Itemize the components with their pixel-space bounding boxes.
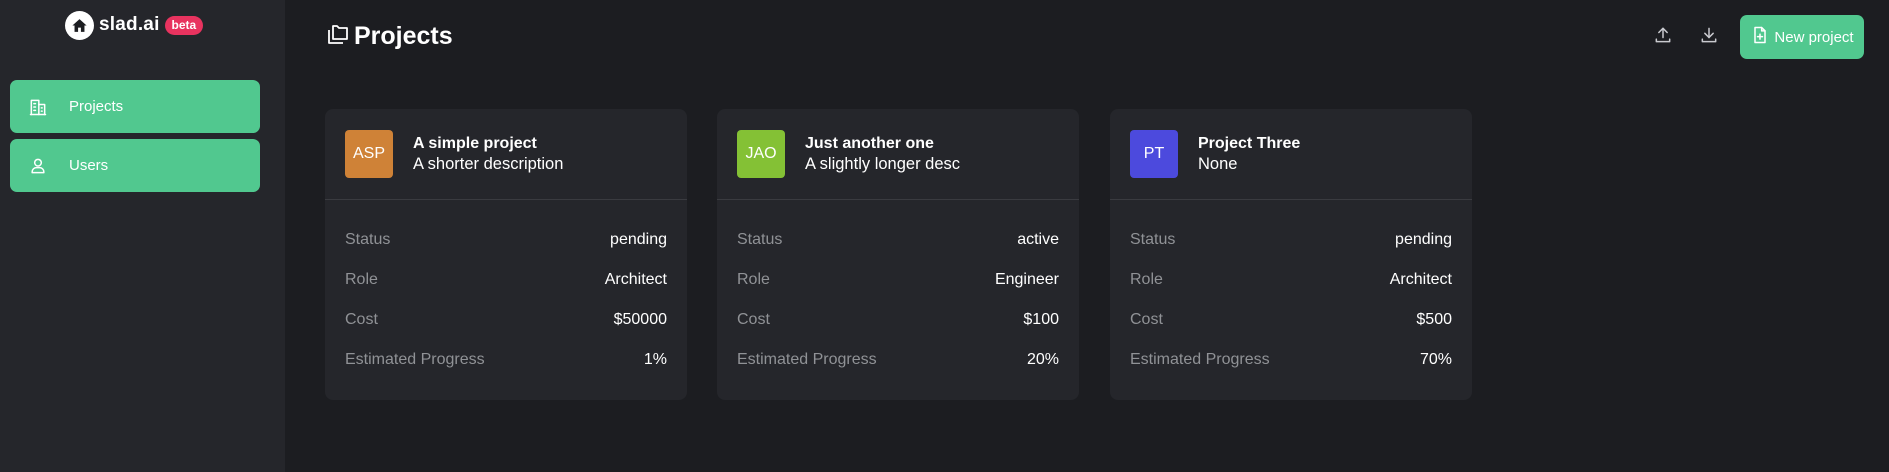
project-card[interactable]: PT Project Three None Status pending Rol… (1110, 109, 1472, 400)
field-row-status: Status active (737, 220, 1059, 260)
field-label: Cost (1130, 311, 1163, 328)
field-value: 1% (643, 351, 667, 368)
field-value: $50000 (613, 311, 667, 328)
card-header: PT Project Three None (1110, 109, 1472, 200)
download-icon (1699, 25, 1719, 50)
field-label: Role (1130, 271, 1163, 288)
sidebar-item-projects[interactable]: Projects (10, 80, 260, 133)
field-label: Cost (737, 311, 770, 328)
project-avatar: JAO (737, 130, 785, 178)
field-value: 20% (1026, 351, 1059, 368)
building-icon (28, 97, 48, 117)
page-title: Projects (326, 22, 453, 51)
sidebar-item-label: Users (69, 157, 109, 174)
card-header: ASP A simple project A shorter descripti… (325, 109, 687, 200)
project-avatar: ASP (345, 130, 393, 178)
app-logo[interactable]: slad.ai beta (65, 10, 204, 40)
upload-button[interactable] (1646, 20, 1680, 54)
project-name: A simple project (413, 134, 537, 152)
app-name: slad.ai (99, 14, 160, 35)
upload-icon (1653, 25, 1673, 50)
field-row-progress: Estimated Progress 1% (345, 340, 667, 380)
field-label: Estimated Progress (737, 351, 877, 368)
card-header: JAO Just another one A slightly longer d… (717, 109, 1079, 200)
field-label: Cost (345, 311, 378, 328)
field-label: Status (737, 231, 783, 248)
project-name: Just another one (805, 134, 934, 152)
project-description: A slightly longer desc (805, 154, 961, 173)
field-row-cost: Cost $500 (1130, 300, 1452, 340)
file-plus-icon (1750, 25, 1770, 50)
beta-badge: beta (164, 15, 204, 35)
project-avatar: PT (1130, 130, 1178, 178)
home-icon (65, 10, 94, 40)
field-row-status: Status pending (1130, 220, 1452, 260)
project-description: A shorter description (413, 154, 564, 173)
sidebar: slad.ai beta Projects Users (0, 0, 285, 472)
folders-icon (326, 22, 350, 51)
field-row-role: Role Architect (1130, 260, 1452, 300)
field-value: pending (610, 231, 667, 248)
new-project-label: New project (1774, 28, 1854, 46)
field-label: Status (1130, 231, 1176, 248)
project-card[interactable]: JAO Just another one A slightly longer d… (717, 109, 1079, 400)
field-value: pending (1395, 231, 1452, 248)
field-value: Architect (604, 271, 667, 288)
field-value: Engineer (994, 271, 1059, 288)
user-icon (28, 156, 48, 176)
sidebar-item-label: Projects (69, 98, 124, 115)
field-row-cost: Cost $50000 (345, 300, 667, 340)
field-row-role: Role Engineer (737, 260, 1059, 300)
field-value: Architect (1389, 271, 1452, 288)
field-row-role: Role Architect (345, 260, 667, 300)
field-value: $100 (1023, 311, 1059, 328)
field-value: active (1017, 231, 1059, 248)
field-label: Estimated Progress (345, 351, 485, 368)
new-project-button[interactable]: New project (1740, 15, 1864, 59)
field-label: Role (345, 271, 378, 288)
field-label: Estimated Progress (1130, 351, 1270, 368)
page-title-text: Projects (354, 22, 453, 50)
field-row-progress: Estimated Progress 70% (1130, 340, 1452, 380)
project-name: Project Three (1198, 134, 1301, 152)
field-label: Status (345, 231, 391, 248)
sidebar-item-users[interactable]: Users (10, 139, 260, 192)
field-value: $500 (1416, 311, 1452, 328)
project-card[interactable]: ASP A simple project A shorter descripti… (325, 109, 687, 400)
field-row-progress: Estimated Progress 20% (737, 340, 1059, 380)
field-row-cost: Cost $100 (737, 300, 1059, 340)
field-label: Role (737, 271, 770, 288)
field-row-status: Status pending (345, 220, 667, 260)
project-description: None (1198, 154, 1238, 173)
field-value: 70% (1419, 351, 1452, 368)
download-button[interactable] (1692, 20, 1726, 54)
